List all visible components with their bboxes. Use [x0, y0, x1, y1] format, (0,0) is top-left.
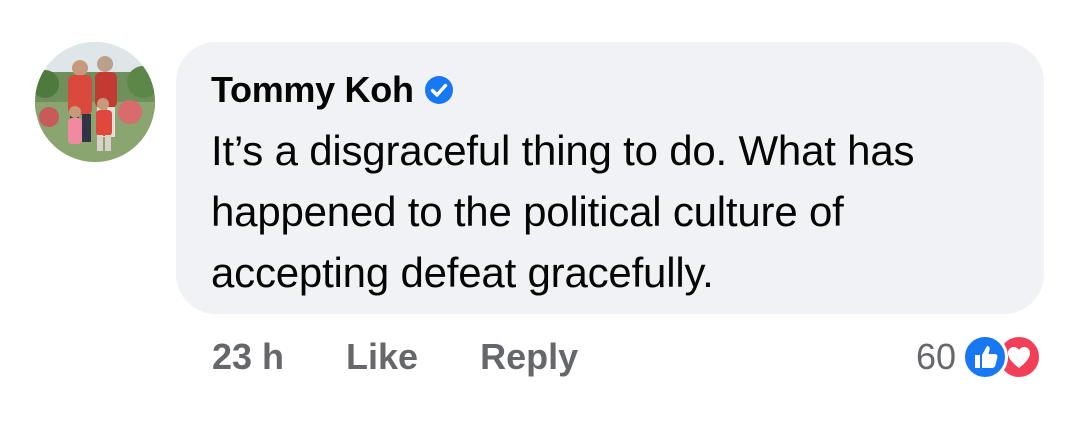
reaction-count: 60: [915, 336, 956, 377]
author-name[interactable]: Tommy Koh: [211, 69, 414, 111]
comment-actions: 23 h Like Reply: [212, 334, 578, 380]
author-row: Tommy Koh: [211, 69, 454, 111]
avatar-photo: [35, 42, 155, 162]
reply-button[interactable]: Reply: [480, 336, 578, 378]
like-icon: [962, 334, 1008, 380]
avatar[interactable]: [35, 42, 155, 162]
comment-timestamp[interactable]: 23 h: [212, 336, 284, 378]
reaction-icons: [962, 332, 1044, 382]
comment-text: It’s a disgraceful thing to do. What has…: [211, 127, 915, 296]
like-button[interactable]: Like: [346, 336, 418, 378]
verified-badge-icon: [424, 75, 454, 105]
comment-bubble: Tommy Koh It’s a disgraceful thing to do…: [176, 42, 1044, 314]
reactions-summary[interactable]: 60: [916, 330, 1044, 384]
